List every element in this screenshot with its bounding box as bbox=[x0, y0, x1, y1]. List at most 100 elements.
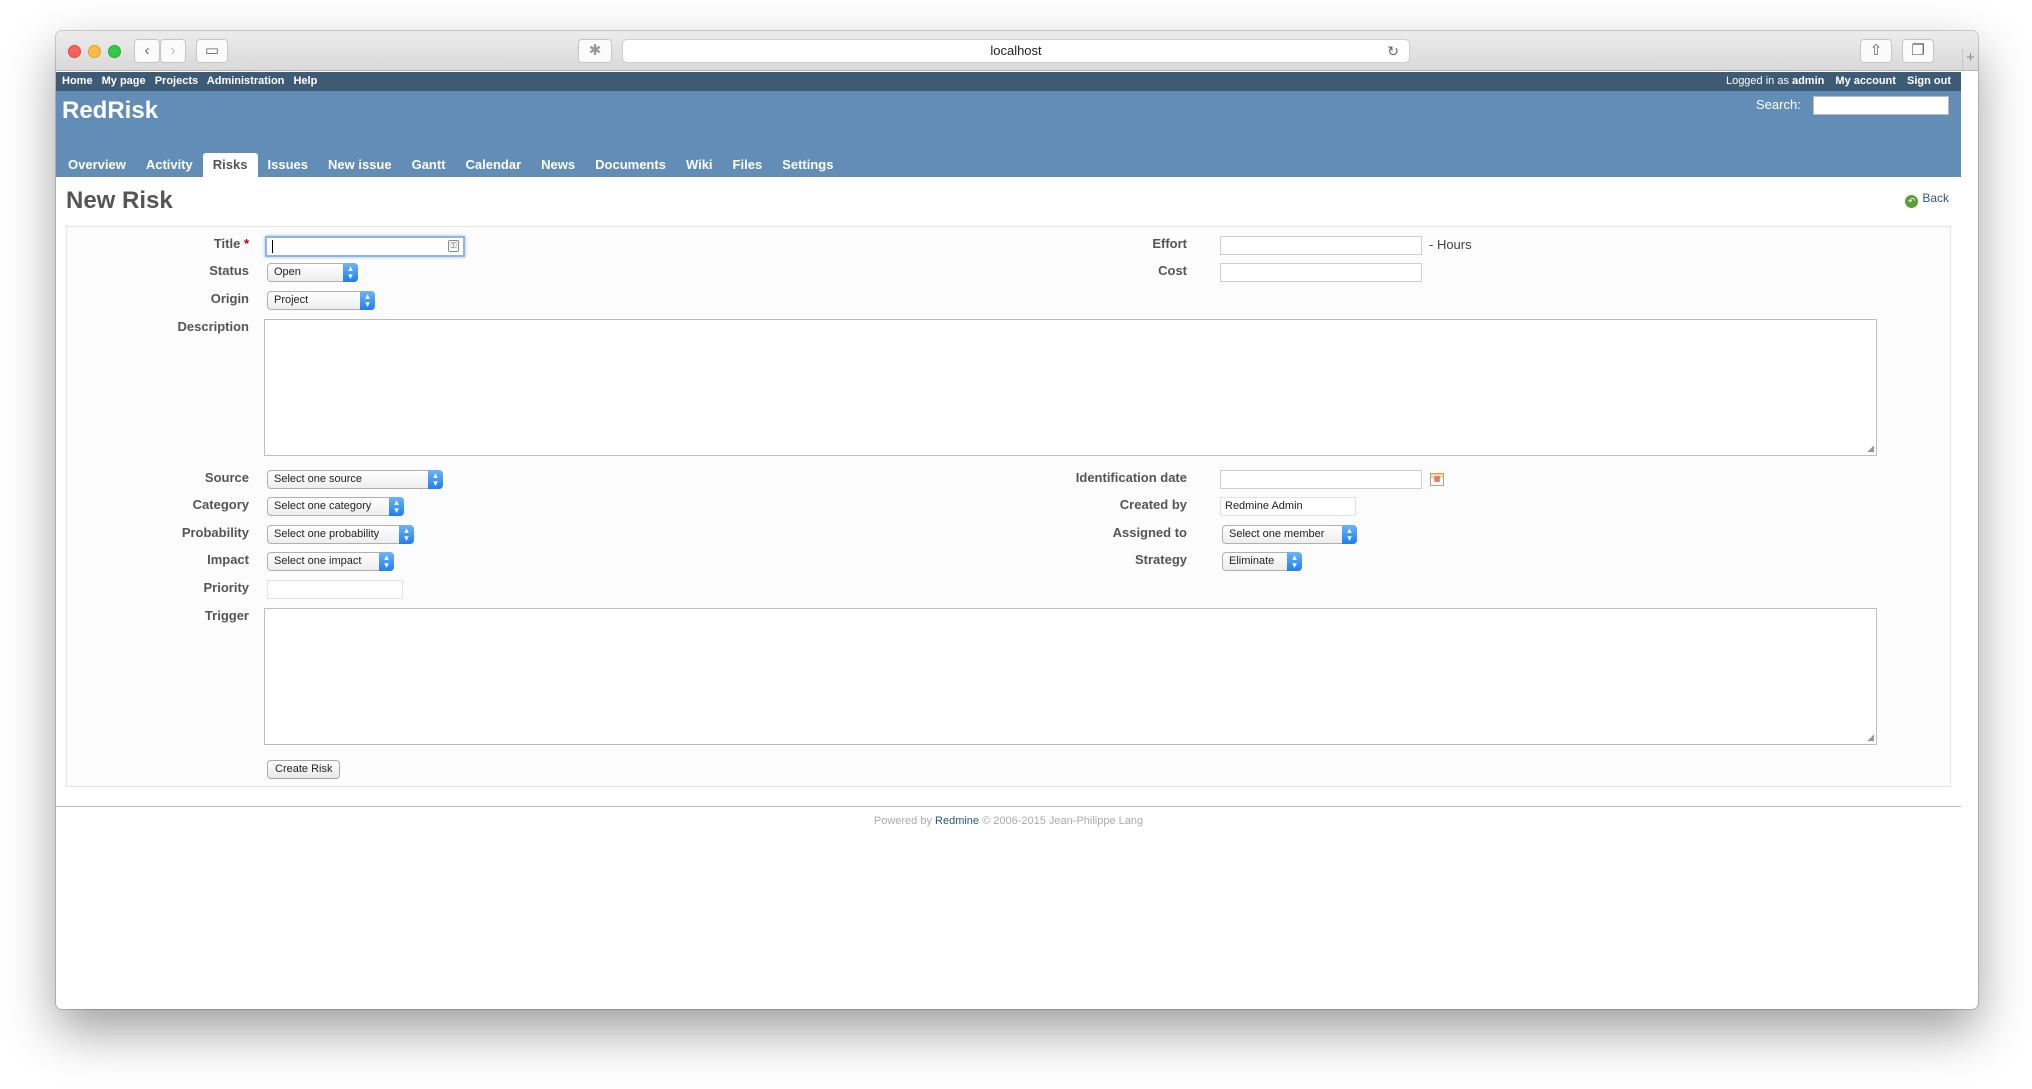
effort-input[interactable] bbox=[1220, 236, 1422, 255]
logged-in-user[interactable]: admin bbox=[1792, 75, 1824, 87]
select-arrows-icon: ▴ ▾ bbox=[399, 525, 414, 544]
select-arrows-icon: ▴ ▾ bbox=[343, 263, 358, 282]
address-bar[interactable]: localhost ↻ bbox=[622, 39, 1410, 63]
chevron-left-icon[interactable]: ‹ bbox=[134, 39, 160, 63]
tab-new-issue[interactable]: New issue bbox=[318, 153, 402, 177]
top-menu: Home My page Projects Administration Hel… bbox=[56, 72, 1961, 91]
reload-icon[interactable]: ↻ bbox=[1387, 40, 1399, 62]
tab-files[interactable]: Files bbox=[723, 153, 773, 177]
trigger-label: Trigger bbox=[204, 608, 249, 623]
assigned-to-select-value: Select one member bbox=[1229, 528, 1325, 540]
identification-date-input[interactable] bbox=[1220, 470, 1422, 489]
sign-out-link[interactable]: Sign out bbox=[1907, 75, 1951, 87]
effort-suffix: - Hours bbox=[1429, 237, 1472, 252]
source-select[interactable]: Select one source ▴ ▾ bbox=[267, 470, 443, 489]
footer: Powered by Redmine © 2006-2015 Jean-Phil… bbox=[56, 815, 1961, 827]
status-select[interactable]: Open ▴ ▾ bbox=[267, 263, 358, 282]
select-arrows-icon: ▴ ▾ bbox=[1287, 552, 1302, 571]
probability-select[interactable]: Select one probability ▴ ▾ bbox=[267, 525, 414, 544]
description-textarea[interactable]: ◢ bbox=[264, 319, 1877, 456]
identification-date-label: Identification date bbox=[1075, 470, 1187, 485]
tab-documents[interactable]: Documents bbox=[585, 153, 676, 177]
trigger-textarea[interactable]: ◢ bbox=[264, 608, 1877, 745]
select-arrows-icon: ▴ ▾ bbox=[360, 291, 375, 310]
tab-settings[interactable]: Settings bbox=[772, 153, 843, 177]
top-menu-administration[interactable]: Administration bbox=[207, 75, 285, 87]
impact-select[interactable]: Select one impact ▴ ▾ bbox=[267, 552, 394, 571]
tab-activity[interactable]: Activity bbox=[136, 153, 203, 177]
select-arrows-icon: ▴ ▾ bbox=[389, 497, 404, 516]
status-select-value: Open bbox=[274, 266, 301, 278]
content: New Risk ↶ Back Title * ⚿ Status Open ▴ ▾ … bbox=[56, 177, 1961, 837]
tab-overview[interactable]: Overview bbox=[58, 153, 136, 177]
resize-grip-icon[interactable]: ◢ bbox=[1867, 732, 1874, 743]
created-by-value: Redmine Admin bbox=[1225, 500, 1303, 512]
calendar-icon[interactable]: ▦ bbox=[1430, 473, 1444, 486]
assigned-to-select[interactable]: Select one member ▴ ▾ bbox=[1222, 525, 1357, 544]
assigned-to-label: Assigned to bbox=[1112, 525, 1187, 540]
category-label: Category bbox=[192, 497, 249, 512]
page-title: New Risk bbox=[66, 187, 173, 214]
footer-copyright: © 2006-2015 Jean-Philippe Lang bbox=[982, 815, 1144, 827]
title-input[interactable]: ⚿ bbox=[265, 236, 465, 257]
title-label-text: Title bbox=[213, 236, 241, 251]
create-risk-button[interactable]: Create Risk bbox=[267, 760, 341, 779]
cost-input[interactable] bbox=[1220, 263, 1422, 282]
top-menu-my-page[interactable]: My page bbox=[102, 75, 146, 87]
close-window-button[interactable] bbox=[68, 45, 81, 58]
url-text: localhost bbox=[990, 43, 1042, 58]
plus-icon[interactable]: + bbox=[1962, 49, 1978, 71]
category-select[interactable]: Select one category ▴ ▾ bbox=[267, 497, 404, 516]
tab-news[interactable]: News bbox=[531, 153, 585, 177]
description-label: Description bbox=[177, 319, 249, 334]
resize-grip-icon[interactable]: ◢ bbox=[1867, 443, 1874, 454]
project-title: RedRisk bbox=[62, 97, 159, 124]
tab-risks[interactable]: Risks bbox=[202, 153, 258, 177]
strategy-label: Strategy bbox=[1134, 552, 1187, 567]
source-label: Source bbox=[204, 470, 249, 485]
back-link[interactable]: ↶ Back bbox=[1905, 191, 1949, 208]
back-arrow-icon: ↶ bbox=[1905, 195, 1919, 208]
created-by-field: Redmine Admin bbox=[1220, 497, 1356, 516]
required-mark: * bbox=[243, 236, 249, 251]
minimize-window-button[interactable] bbox=[88, 45, 101, 58]
search-input[interactable] bbox=[1813, 96, 1949, 115]
title-label: Title * bbox=[67, 236, 249, 251]
origin-select[interactable]: Project ▴ ▾ bbox=[267, 291, 375, 310]
footer-divider bbox=[56, 806, 1961, 807]
footer-powered-by: Powered by bbox=[873, 815, 932, 827]
back-label: Back bbox=[1922, 191, 1949, 205]
zoom-window-button[interactable] bbox=[108, 45, 121, 58]
footer-redmine-link[interactable]: Redmine bbox=[935, 815, 979, 827]
puzzle-icon[interactable]: ✱ bbox=[578, 39, 612, 63]
category-select-value: Select one category bbox=[274, 500, 372, 512]
search-label: Search: bbox=[1756, 97, 1801, 112]
priority-input[interactable] bbox=[267, 580, 403, 599]
tab-gantt[interactable]: Gantt bbox=[402, 153, 456, 177]
my-account-link[interactable]: My account bbox=[1835, 75, 1896, 87]
share-icon[interactable]: ⇧ bbox=[1860, 39, 1892, 63]
logged-in-prefix: Logged in as bbox=[1725, 75, 1789, 87]
chevron-right-icon[interactable]: › bbox=[160, 39, 186, 63]
select-arrows-icon: ▴ ▾ bbox=[428, 470, 443, 489]
tab-calendar[interactable]: Calendar bbox=[456, 153, 532, 177]
tab-issues[interactable]: Issues bbox=[258, 153, 318, 177]
origin-select-value: Project bbox=[274, 294, 309, 306]
text-caret bbox=[272, 240, 273, 253]
strategy-select-value: Eliminate bbox=[1229, 555, 1275, 567]
probability-label: Probability bbox=[181, 525, 249, 540]
autofill-key-icon[interactable]: ⚿ bbox=[448, 240, 459, 252]
top-menu-projects[interactable]: Projects bbox=[155, 75, 198, 87]
impact-select-value: Select one impact bbox=[274, 555, 362, 567]
select-arrows-icon: ▴ ▾ bbox=[379, 552, 394, 571]
sidebar-icon[interactable]: ▭ bbox=[196, 39, 228, 63]
top-menu-home[interactable]: Home bbox=[62, 75, 93, 87]
tabs-icon[interactable]: ❐ bbox=[1902, 39, 1934, 63]
created-by-label: Created by bbox=[1119, 497, 1187, 512]
top-menu-links: Home My page Projects Administration Hel… bbox=[62, 75, 323, 87]
origin-label: Origin bbox=[210, 291, 249, 306]
tab-wiki[interactable]: Wiki bbox=[676, 153, 723, 177]
top-menu-help[interactable]: Help bbox=[293, 75, 317, 87]
effort-label: Effort bbox=[1152, 236, 1187, 251]
strategy-select[interactable]: Eliminate ▴ ▾ bbox=[1222, 552, 1302, 571]
